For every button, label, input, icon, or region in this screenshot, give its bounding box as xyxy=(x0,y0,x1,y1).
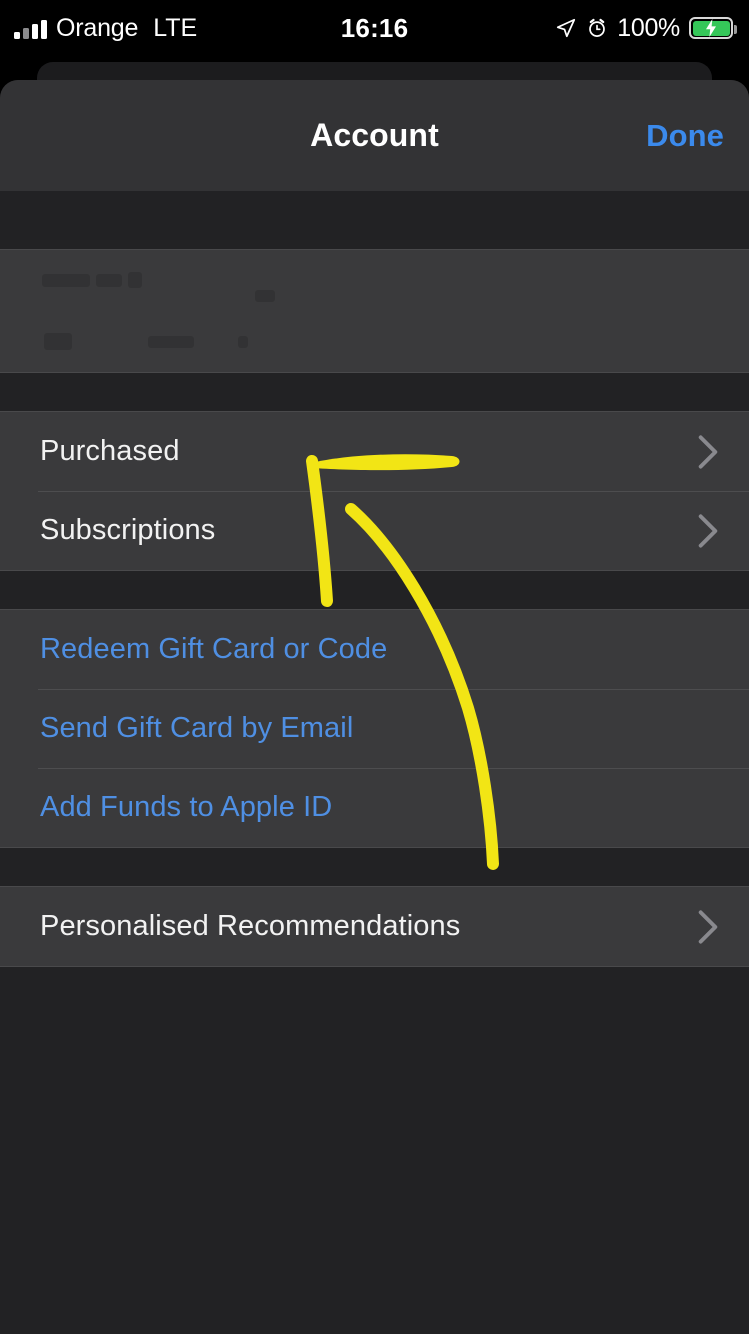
chevron-right-icon xyxy=(698,513,718,548)
section-gap xyxy=(0,848,749,886)
account-sheet: Account Done Purchased Subscriptions Red… xyxy=(0,80,749,1334)
gift-cards-section: Redeem Gift Card or Code Send Gift Card … xyxy=(0,609,749,848)
status-bar: Orange LTE 16:16 100% xyxy=(0,0,749,56)
empty-area xyxy=(0,967,749,1334)
list-item-purchased[interactable]: Purchased xyxy=(0,412,749,491)
row-label: Subscriptions xyxy=(40,514,216,546)
battery-charging-icon xyxy=(689,17,737,39)
page-title: Account xyxy=(310,117,439,153)
alarm-clock-icon xyxy=(589,18,606,37)
section-gap xyxy=(0,373,749,411)
obscured-account-details[interactable] xyxy=(0,250,749,372)
list-item-add-funds[interactable]: Add Funds to Apple ID xyxy=(0,768,749,847)
row-label: Send Gift Card by Email xyxy=(40,712,354,744)
recommendations-section: Personalised Recommendations xyxy=(0,886,749,967)
section-gap xyxy=(0,191,749,249)
done-button[interactable]: Done xyxy=(646,80,724,191)
list-item-redeem-gift-card[interactable]: Redeem Gift Card or Code xyxy=(0,610,749,689)
row-label: Redeem Gift Card or Code xyxy=(40,633,388,665)
battery-percentage: 100% xyxy=(617,13,680,42)
account-info-section xyxy=(0,249,749,373)
row-label: Personalised Recommendations xyxy=(40,910,461,942)
charging-bolt-icon xyxy=(706,19,716,37)
list-item-send-gift-card[interactable]: Send Gift Card by Email xyxy=(0,689,749,768)
library-section: Purchased Subscriptions xyxy=(0,411,749,571)
list-item-personalised-recommendations[interactable]: Personalised Recommendations xyxy=(0,887,749,966)
location-arrow-icon xyxy=(557,18,576,38)
chevron-right-icon xyxy=(698,434,718,469)
list-item-subscriptions[interactable]: Subscriptions xyxy=(0,491,749,570)
navigation-bar: Account Done xyxy=(0,80,749,191)
section-gap xyxy=(0,571,749,609)
row-label: Add Funds to Apple ID xyxy=(40,791,333,823)
row-label: Purchased xyxy=(40,435,180,467)
status-bar-right: 100% xyxy=(555,0,737,56)
chevron-right-icon xyxy=(698,909,718,944)
